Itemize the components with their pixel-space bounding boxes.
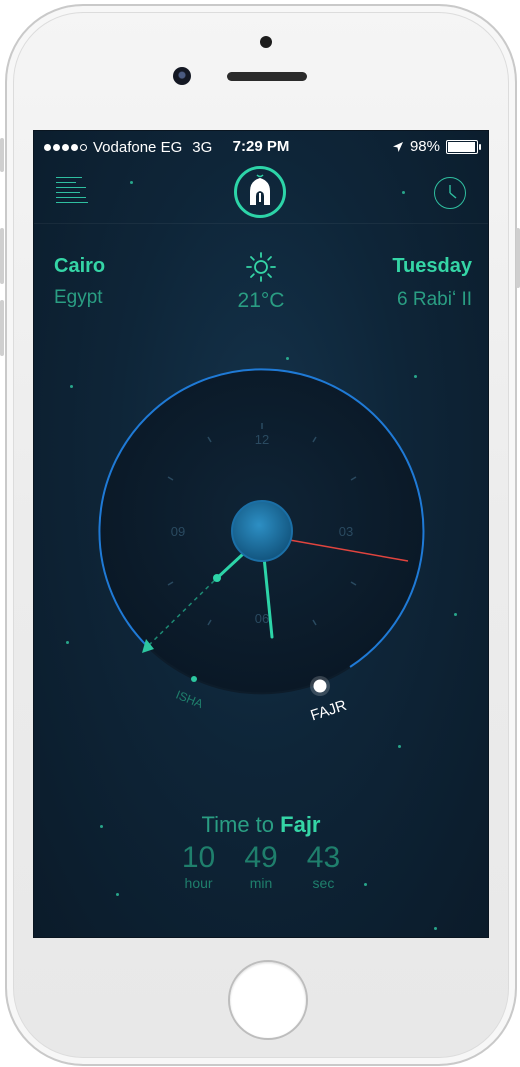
countdown-minutes: 49 min (232, 841, 290, 891)
volume-down-button[interactable] (0, 300, 4, 356)
countdown-title: Time to Fajr (34, 812, 488, 838)
countdown-minutes-value: 49 (244, 841, 278, 874)
clock-icon[interactable] (434, 177, 466, 209)
star-decoration (434, 927, 437, 930)
prayer-label-fajr[interactable]: FAJR (309, 697, 349, 725)
star-decoration (70, 385, 73, 388)
countdown-values: 10 hour 49 min 43 sec (34, 841, 488, 893)
proximity-sensor (260, 36, 272, 48)
dial-hub (231, 500, 293, 562)
status-time: 7:29 PM (232, 138, 290, 155)
hour-hand-tip (213, 574, 221, 582)
dial-label-12: 12 (255, 432, 269, 447)
city-name: Cairo (54, 255, 106, 277)
earpiece-speaker (227, 72, 307, 81)
status-bar: Vodafone EG 3G 7:29 PM 98% (34, 131, 488, 161)
status-right: 98% (392, 138, 481, 155)
battery-icon (446, 139, 481, 154)
isha-dot (191, 676, 197, 682)
countdown-seconds-value: 43 (306, 841, 341, 874)
star-decoration (66, 641, 69, 644)
countdown-hours-unit: hour (184, 875, 213, 891)
fajr-dot (313, 679, 327, 693)
countdown-prayer: Fajr (280, 812, 321, 837)
mosque-logo-icon[interactable] (234, 166, 286, 218)
countdown-hours: 10 hour (170, 841, 228, 891)
countdown-hours-value: 10 (181, 841, 216, 874)
nav-bar (34, 161, 488, 224)
menu-lines-icon[interactable] (56, 175, 90, 205)
star-decoration (286, 357, 289, 360)
hijri-date: 6 Rabiʻ II (397, 289, 472, 310)
star-decoration (398, 745, 401, 748)
weekday: Tuesday (392, 255, 472, 277)
front-camera (173, 67, 191, 85)
app-screen: Vodafone EG 3G 7:29 PM 98% Cairo Egypt 2… (33, 130, 489, 938)
countdown-prefix: Time to (201, 812, 275, 837)
battery-percent: 98% (409, 138, 440, 155)
home-button[interactable] (228, 960, 308, 1040)
star-decoration (116, 893, 119, 896)
volume-up-button[interactable] (0, 228, 4, 284)
sun-icon (246, 252, 276, 282)
dial-label-06: 06 (255, 611, 269, 626)
prayer-clock-dial[interactable]: 12 03 06 09 ISHA FAJR (84, 367, 444, 727)
dial-label-03: 03 (339, 524, 353, 539)
star-decoration (454, 613, 457, 616)
location-arrow-icon (392, 141, 403, 152)
countdown-seconds: 43 sec (294, 841, 352, 891)
dial-label-09: 09 (171, 524, 185, 539)
mute-switch[interactable] (0, 138, 4, 172)
power-button[interactable] (516, 228, 520, 288)
countdown-minutes-unit: min (249, 875, 273, 891)
countdown-seconds-unit: sec (312, 875, 335, 891)
prayer-label-isha[interactable]: ISHA (174, 688, 205, 711)
